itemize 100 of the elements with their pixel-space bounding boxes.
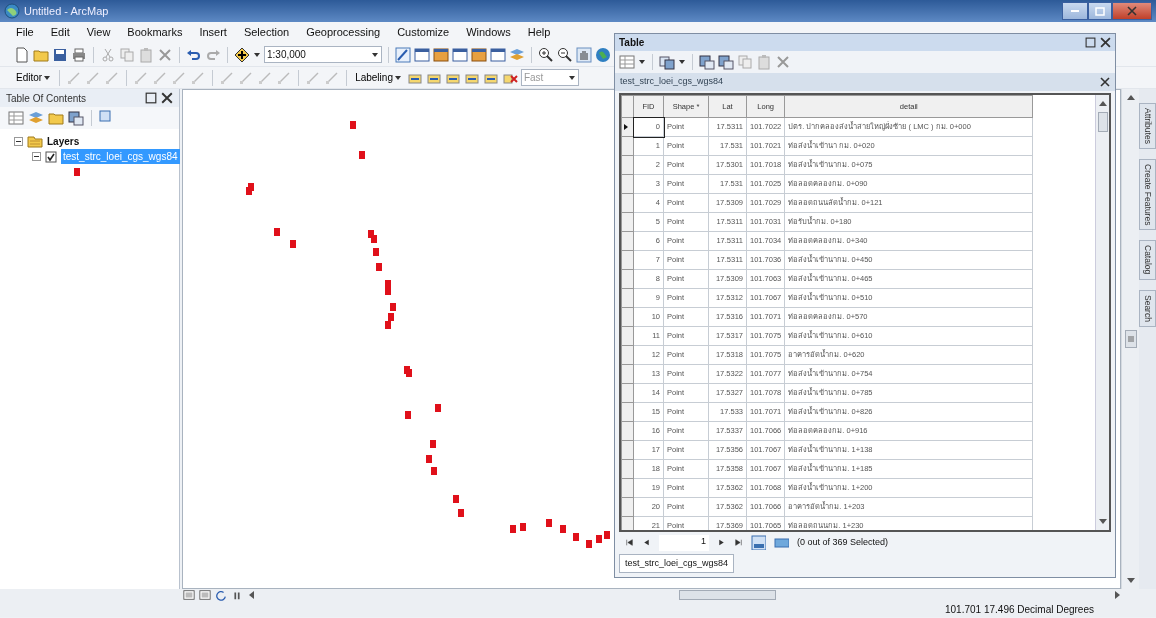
new-document-icon[interactable] [14,46,30,63]
checkbox-icon[interactable] [45,150,57,163]
dock-tab[interactable]: Create Features [1139,158,1156,231]
zoom-out-icon[interactable] [557,46,573,63]
menu-item[interactable]: Edit [48,23,72,42]
nav-last-icon[interactable] [734,538,743,547]
pause-icon[interactable] [231,589,243,601]
map-window-icon[interactable] [433,46,449,63]
pin-icon[interactable] [1085,37,1096,48]
edit-tool-icon[interactable] [305,69,322,86]
globe-icon[interactable] [595,46,611,63]
scroll-thumb[interactable] [1097,112,1108,132]
table-tab[interactable]: test_strc_loei_cgs_wgs84 [620,75,724,89]
edit-tool-icon[interactable] [171,69,188,86]
dock-tab[interactable]: Attributes [1139,103,1156,149]
dock-tab[interactable]: Catalog [1139,240,1156,280]
nav-next-icon[interactable] [717,538,726,547]
paste-icon[interactable] [756,54,772,70]
collapse-icon[interactable] [14,136,23,146]
menu-item[interactable]: View [84,23,113,42]
menu-item[interactable]: Geoprocessing [304,23,383,42]
vertical-scrollbar[interactable] [1095,95,1109,530]
editor-toolbar-icon[interactable] [395,46,411,63]
menu-item[interactable]: Help [525,23,553,42]
menu-item[interactable]: Bookmarks [125,23,185,42]
layout-view-icon[interactable] [199,589,211,601]
close-button[interactable] [1112,2,1152,20]
maximize-button[interactable] [1088,2,1112,20]
save-icon[interactable] [52,46,68,63]
caret-icon[interactable] [43,73,52,82]
edit-tool-icon[interactable] [133,69,150,86]
close-icon[interactable] [161,92,173,104]
window-icon[interactable] [490,46,506,63]
scissors-icon[interactable] [100,46,116,63]
related-tables-icon[interactable] [659,54,675,70]
copy-icon[interactable] [119,46,135,63]
record-field[interactable]: 1 [659,534,709,551]
nav-prev-icon[interactable] [642,538,651,547]
edit-tool-icon[interactable] [276,69,293,86]
nav-first-icon[interactable] [625,538,634,547]
close-icon[interactable] [1100,77,1110,87]
refresh-icon[interactable] [215,589,227,601]
scroll-thumb[interactable] [679,590,776,600]
menu-item[interactable]: Windows [464,23,513,42]
select-records-icon[interactable] [68,110,84,126]
coordinates-text: 101.701 17.496 Decimal Degrees [945,602,1094,617]
show-all-icon[interactable] [751,535,766,550]
layers-icon[interactable] [28,110,44,126]
printer-icon[interactable] [71,46,87,63]
minimize-button[interactable] [1062,2,1088,20]
edit-tool-icon[interactable] [324,69,341,86]
menu-item[interactable]: File [14,23,36,42]
menu-item[interactable]: Selection [241,23,292,42]
collapse-icon[interactable] [32,152,41,161]
caret-icon[interactable] [253,50,261,59]
window-icon[interactable] [452,46,468,63]
arrow-left-icon[interactable] [247,590,257,600]
edit-tool-icon[interactable] [219,69,236,86]
arrow-down-icon[interactable] [1097,516,1108,526]
dock-tab[interactable]: Search [1139,289,1156,327]
edit-tool-icon[interactable] [238,69,255,86]
window-icon[interactable] [414,46,430,63]
edit-tool-icon[interactable] [152,69,169,86]
zoom-in-icon[interactable] [538,46,554,63]
paste-icon[interactable] [138,46,154,63]
edit-tool-icon[interactable] [190,69,207,86]
arrow-right-icon[interactable] [1112,590,1122,600]
folder-icon[interactable] [48,110,64,126]
vertical-scrollbar[interactable] [1121,89,1139,589]
globe-app-icon [4,3,20,19]
layer-group-icon [27,133,43,149]
arrow-down-icon[interactable] [1125,576,1136,585]
show-selected-icon[interactable] [774,535,789,550]
edit-tool-icon[interactable] [104,69,121,86]
layout-view-icon[interactable] [183,589,195,601]
layer-group-label[interactable]: Layers [47,133,80,149]
menu-item[interactable]: Insert [197,23,229,42]
select-records-icon[interactable] [718,54,734,70]
caret-icon[interactable] [371,50,379,59]
editor-menu-button[interactable]: Editor [14,70,54,85]
add-data-icon[interactable] [234,46,250,63]
delete-icon[interactable] [157,46,173,63]
menu-item[interactable]: Customize [395,23,452,42]
edit-tool-icon[interactable] [85,69,102,86]
map-window-icon[interactable] [471,46,487,63]
select-records-icon[interactable] [699,54,715,70]
edit-tool-icon[interactable] [66,69,83,86]
scroll-thumb[interactable] [1124,330,1137,348]
labeling-menu-button[interactable]: Labeling [353,70,404,85]
caret-icon[interactable] [393,73,402,82]
pin-icon[interactable] [145,92,157,104]
arrow-up-icon[interactable] [1125,93,1136,102]
arrow-up-icon[interactable] [1097,99,1108,108]
scale-field[interactable]: 1:30,000 [264,46,382,63]
close-icon[interactable] [1100,37,1111,48]
table-tab[interactable]: test_strc_loei_cgs_wgs84 [619,553,735,573]
table-options-icon[interactable] [8,110,24,126]
caret-icon[interactable] [567,73,576,82]
edit-tool-icon[interactable] [257,69,274,86]
delete-icon[interactable] [775,54,791,70]
